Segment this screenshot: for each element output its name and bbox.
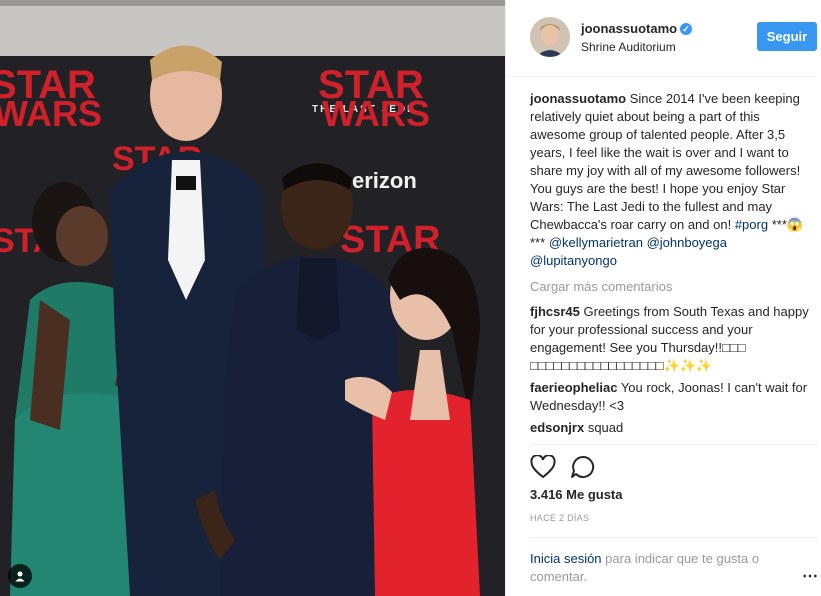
svg-text:WARS: WARS [322, 93, 430, 134]
mention-link[interactable]: @kellymarietran [549, 235, 643, 250]
username-link[interactable]: joonassuotamo ✓ [581, 21, 693, 36]
comment: edsonjrx squad [530, 419, 812, 437]
location-link[interactable]: Shrine Auditorium [581, 40, 676, 54]
comment-bubble-icon[interactable] [570, 455, 596, 482]
caption-username[interactable]: joonassuotamo [530, 91, 626, 106]
comment-text: squad [587, 420, 624, 435]
post-side-panel: joonassuotamo ✓ Shrine Auditorium Seguir … [505, 0, 821, 596]
like-heart-icon[interactable] [530, 454, 556, 482]
comments-section: joonassuotamo Since 2014 I've been keepi… [530, 90, 812, 441]
follow-button[interactable]: Seguir [757, 22, 817, 51]
load-more-comments[interactable]: Cargar más comentarios [530, 278, 812, 296]
login-link[interactable]: Inicia sesión [530, 551, 602, 566]
mention-link[interactable]: @johnboyega [647, 235, 727, 250]
likes-count[interactable]: 3.416 Me gusta [530, 487, 623, 502]
comment-username[interactable]: fjhcsr45 [530, 304, 580, 319]
action-bar [530, 444, 817, 485]
caption-text: Since 2014 I've been keeping relatively … [530, 91, 801, 232]
login-prompt: Inicia sesión para indicar que te gusta … [530, 537, 817, 586]
caption: joonassuotamo Since 2014 I've been keepi… [530, 90, 812, 270]
verified-badge-icon: ✓ [680, 23, 693, 35]
comment-username[interactable]: edsonjrx [530, 420, 584, 435]
tagged-users-icon[interactable] [8, 564, 32, 588]
avatar[interactable] [530, 17, 570, 57]
comment: fjhcsr45 Greetings from South Texas and … [530, 303, 812, 375]
instagram-post-view: STAR THE LAST JEDI WARS STAR WARS STAR S… [0, 0, 821, 596]
post-timestamp[interactable]: HACE 2 DÍAS [530, 513, 589, 523]
post-photo[interactable]: STAR THE LAST JEDI WARS STAR WARS STAR S… [0, 0, 505, 596]
mention-link[interactable]: @lupitanyongo [530, 253, 617, 268]
more-options-icon[interactable]: ⋯ [802, 566, 818, 586]
sponsor-logo: erizon [352, 168, 417, 193]
post-header: joonassuotamo ✓ Shrine Auditorium Seguir [506, 0, 817, 77]
comment: faerieopheliac You rock, Joonas! I can't… [530, 379, 812, 415]
comment-username[interactable]: faerieopheliac [530, 380, 617, 395]
photo-scene: STAR THE LAST JEDI WARS STAR WARS STAR S… [0, 0, 505, 596]
svg-text:WARS: WARS [0, 93, 102, 134]
hashtag-link[interactable]: #porg [735, 217, 768, 232]
